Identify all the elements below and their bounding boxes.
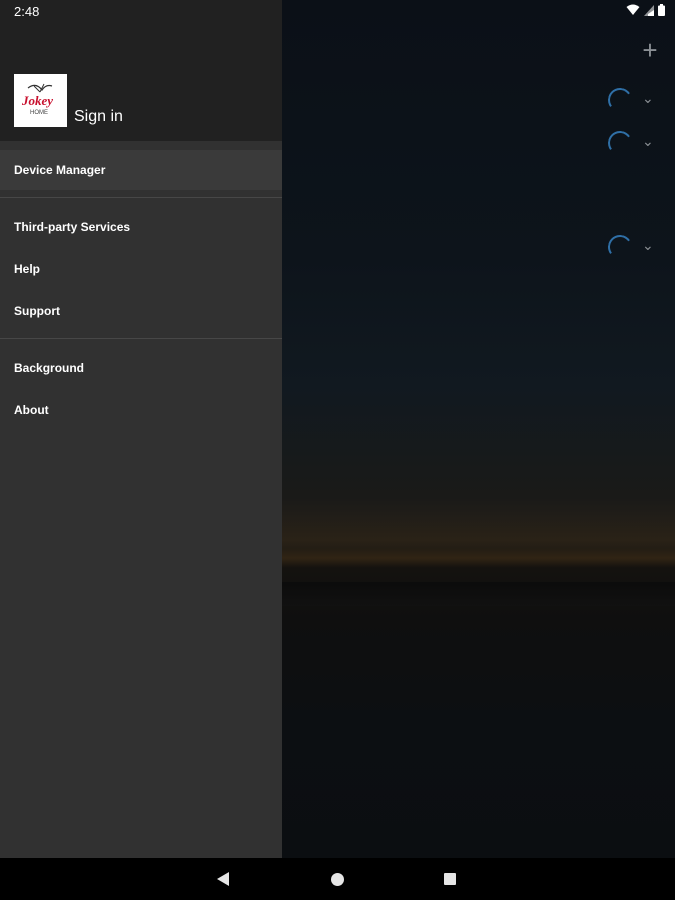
- device-row-3-controls[interactable]: ⌄: [606, 233, 666, 261]
- loading-spinner-icon: [606, 86, 634, 114]
- menu-item-label: Third-party Services: [14, 220, 131, 234]
- navigation-drawer: Jokey HOME Sign in Device Manager Third-…: [0, 0, 282, 858]
- loading-spinner-icon: [606, 129, 634, 157]
- app-screen: + ⌄ ⌄ ⌄ Jokey HOME Sign in Device Manage…: [0, 0, 675, 858]
- home-button[interactable]: [331, 873, 344, 886]
- divider: [0, 338, 282, 339]
- plus-icon: +: [642, 35, 658, 65]
- horizon-band: [282, 582, 675, 606]
- menu-item-device-manager[interactable]: Device Manager: [0, 150, 282, 190]
- horizon-glow: [282, 548, 675, 568]
- menu-item-label: About: [14, 403, 49, 417]
- chevron-down-icon[interactable]: ⌄: [642, 133, 654, 150]
- menu-item-background[interactable]: Background: [0, 348, 282, 388]
- status-time: 2:48: [14, 4, 40, 19]
- back-button[interactable]: [217, 872, 229, 886]
- add-button[interactable]: +: [638, 35, 662, 65]
- menu-item-label: Help: [14, 262, 41, 276]
- menu-item-label: Support: [14, 304, 60, 318]
- menu-item-third-party-services[interactable]: Third-party Services: [0, 207, 282, 247]
- jokey-home-logo[interactable]: Jokey HOME: [14, 74, 67, 127]
- recents-button[interactable]: [444, 873, 456, 885]
- loading-spinner-icon: [606, 233, 634, 261]
- system-nav-bar: [0, 858, 675, 900]
- status-bar: 2:48: [0, 0, 675, 22]
- logo-sub: HOME: [30, 110, 48, 116]
- menu-item-label: Device Manager: [14, 163, 106, 177]
- menu-item-help[interactable]: Help: [0, 249, 282, 289]
- signal-icon: [644, 4, 654, 16]
- device-row-1-controls[interactable]: ⌄: [606, 86, 666, 114]
- menu-item-label: Background: [14, 361, 85, 375]
- battery-icon: [658, 4, 665, 16]
- menu-item-support[interactable]: Support: [0, 291, 282, 331]
- logo-graphic: Jokey HOME: [21, 83, 53, 116]
- wifi-icon: [626, 4, 640, 15]
- sign-in-link[interactable]: Sign in: [74, 108, 123, 126]
- chevron-down-icon[interactable]: ⌄: [642, 237, 654, 254]
- device-row-2-controls[interactable]: ⌄: [606, 129, 666, 157]
- divider: [0, 197, 282, 198]
- chevron-down-icon[interactable]: ⌄: [642, 90, 654, 107]
- menu-item-about[interactable]: About: [0, 390, 282, 430]
- logo-brand: Jokey: [21, 93, 53, 108]
